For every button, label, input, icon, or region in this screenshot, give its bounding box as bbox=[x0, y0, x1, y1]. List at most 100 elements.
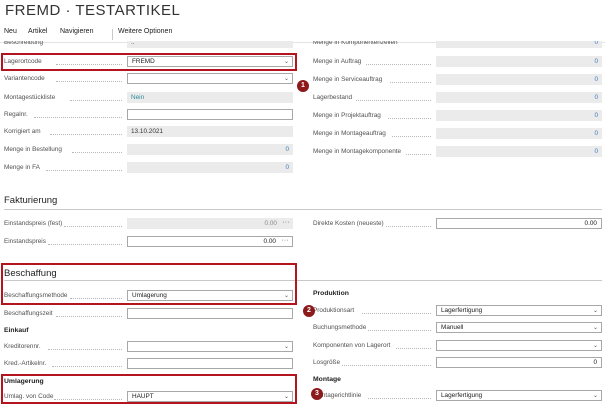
menge-bestellung-field[interactable]: 0 bbox=[127, 144, 293, 155]
menu-navigieren[interactable]: Navigieren bbox=[60, 28, 93, 35]
korrigiert-am-label: Korrigiert am bbox=[4, 128, 41, 135]
dotted-leader bbox=[48, 349, 122, 350]
chevron-down-icon: ⌄ bbox=[592, 393, 598, 399]
buchungsmethode-label: Buchungsmethode bbox=[313, 324, 367, 331]
dotted-leader bbox=[34, 117, 122, 118]
dotted-leader bbox=[52, 366, 122, 367]
komponenten-lagerort-select[interactable]: ⌄ bbox=[436, 340, 602, 351]
highlight-umlagerung bbox=[1, 374, 297, 404]
kred-artikelnr-input[interactable] bbox=[127, 358, 293, 369]
menu-weitere-optionen[interactable]: Weitere Optionen bbox=[118, 28, 172, 35]
action-bar: Neu Artikel Navigieren Weitere Optionen bbox=[0, 28, 605, 42]
montagerichtlinie-value: Lagerfertigung bbox=[441, 392, 483, 399]
direkte-kosten-input[interactable]: 0.00 bbox=[436, 218, 602, 229]
beschreibung-label: Beschreibung bbox=[4, 41, 44, 46]
dotted-leader bbox=[390, 82, 431, 83]
page-title: FREMD · TESTARTIKEL bbox=[5, 2, 181, 19]
losgroesse-value: 0 bbox=[593, 359, 597, 366]
einkauf-title: Einkauf bbox=[4, 327, 29, 334]
annotation-marker-1: 1 bbox=[297, 80, 309, 92]
chevron-down-icon: ⌄ bbox=[592, 308, 598, 314]
produktionsart-label: Produktionsart bbox=[313, 307, 355, 314]
lagerbestand-field[interactable]: 0 bbox=[436, 92, 602, 103]
annotation-marker-2: 2 bbox=[303, 305, 315, 317]
dotted-leader bbox=[356, 100, 431, 101]
einstandspreis-input[interactable]: 0.00 ··· bbox=[127, 236, 293, 247]
menu-neu[interactable]: Neu bbox=[4, 28, 17, 35]
menge-montageauftrag-field[interactable]: 0 bbox=[436, 128, 602, 139]
menge-montagekomponente-field[interactable]: 0 bbox=[436, 146, 602, 157]
menge-serviceauftrag-field[interactable]: 0 bbox=[436, 74, 602, 85]
menge-komponentenzeilen-field[interactable]: 0 bbox=[436, 41, 602, 48]
chevron-down-icon: ⌄ bbox=[592, 343, 598, 349]
einstandspreis-fest-label: Einstandspreis (fest) bbox=[4, 220, 63, 227]
kreditorennr-label: Kreditorennr. bbox=[4, 343, 41, 350]
dotted-leader bbox=[72, 152, 122, 153]
chevron-down-icon: ⌄ bbox=[283, 344, 289, 350]
menge-serviceauftrag-label: Menge in Serviceauftrag bbox=[313, 76, 383, 83]
einstandspreis-label: Einstandspreis bbox=[4, 238, 46, 245]
dotted-leader bbox=[70, 100, 122, 101]
dotted-leader bbox=[366, 64, 431, 65]
produktion-title: Produktion bbox=[313, 290, 349, 297]
menge-montagekomponente-label: Menge in Montagekomponente bbox=[313, 148, 402, 155]
dotted-leader bbox=[46, 170, 122, 171]
fakturierung-title[interactable]: Fakturierung bbox=[4, 195, 57, 206]
dotted-leader bbox=[48, 244, 122, 245]
montage-title: Montage bbox=[313, 376, 341, 383]
ellipsis-icon[interactable]: ··· bbox=[281, 237, 289, 245]
direkte-kosten-value: 0.00 bbox=[584, 220, 597, 227]
menu-separator bbox=[112, 29, 113, 40]
menge-komponentenzeilen-label: Menge in Komponentenzeilen bbox=[313, 41, 398, 46]
kred-artikelnr-label: Kred.-Artikelnr. bbox=[4, 360, 47, 367]
einstandspreis-value: 0.00 bbox=[263, 238, 276, 245]
chevron-down-icon: ⌄ bbox=[592, 325, 598, 331]
montagestueckliste-label: Montagestückliste bbox=[4, 94, 56, 101]
menge-auftrag-label: Menge in Auftrag bbox=[313, 58, 362, 65]
chevron-down-icon: ⌄ bbox=[283, 76, 289, 82]
dotted-leader bbox=[396, 348, 431, 349]
dotted-leader bbox=[56, 81, 122, 82]
lagerbestand-label: Lagerbestand bbox=[313, 94, 353, 101]
dotted-leader bbox=[388, 118, 431, 119]
dotted-leader bbox=[392, 136, 431, 137]
buchungsmethode-select[interactable]: Manuell ⌄ bbox=[436, 322, 602, 333]
einstandspreis-fest-field: 0.00 ··· bbox=[127, 218, 293, 229]
variantencode-select[interactable]: ⌄ bbox=[127, 73, 293, 84]
menge-projektauftrag-field[interactable]: 0 bbox=[436, 110, 602, 121]
dotted-leader bbox=[56, 316, 122, 317]
losgroesse-input[interactable]: 0 bbox=[436, 357, 602, 368]
dotted-leader bbox=[362, 313, 431, 314]
korrigiert-am-field: 13.10.2021 bbox=[127, 126, 293, 137]
menge-montageauftrag-label: Menge in Montageauftrag bbox=[313, 130, 386, 137]
dotted-leader bbox=[64, 226, 122, 227]
ellipsis-icon[interactable]: ··· bbox=[282, 219, 290, 227]
menge-auftrag-field[interactable]: 0 bbox=[436, 56, 602, 67]
menge-bestellung-label: Menge in Bestellung bbox=[4, 146, 62, 153]
buchungsmethode-value: Manuell bbox=[441, 324, 464, 331]
beschaffungszeit-input[interactable] bbox=[127, 308, 293, 319]
menge-fa-label: Menge in FA bbox=[4, 164, 40, 171]
beschreibung-field: .. bbox=[127, 41, 293, 48]
komponenten-lagerort-label: Komponenten von Lagerort bbox=[313, 342, 391, 349]
dotted-leader bbox=[386, 226, 431, 227]
annotation-marker-3: 3 bbox=[311, 388, 323, 400]
montagerichtlinie-select[interactable]: Lagerfertigung ⌄ bbox=[436, 390, 602, 401]
einstandspreis-fest-value: 0.00 bbox=[264, 220, 277, 227]
dotted-leader bbox=[342, 365, 431, 366]
dotted-leader bbox=[406, 154, 431, 155]
regalnr-input[interactable] bbox=[127, 109, 293, 120]
kreditorennr-select[interactable]: ⌄ bbox=[127, 341, 293, 352]
montagestueckliste-field: Nein bbox=[127, 92, 293, 103]
highlight-lagerortcode bbox=[1, 53, 297, 71]
section-divider bbox=[4, 209, 602, 210]
dotted-leader bbox=[50, 134, 122, 135]
produktionsart-select[interactable]: Lagerfertigung ⌄ bbox=[436, 305, 602, 316]
regalnr-label: Regalnr. bbox=[4, 111, 28, 118]
variantencode-label: Variantencode bbox=[4, 75, 45, 82]
dotted-leader bbox=[368, 330, 431, 331]
produktionsart-value: Lagerfertigung bbox=[441, 307, 483, 314]
beschaffungszeit-label: Beschaffungszeit bbox=[4, 310, 53, 317]
menge-fa-field[interactable]: 0 bbox=[127, 162, 293, 173]
menu-artikel[interactable]: Artikel bbox=[28, 28, 47, 35]
